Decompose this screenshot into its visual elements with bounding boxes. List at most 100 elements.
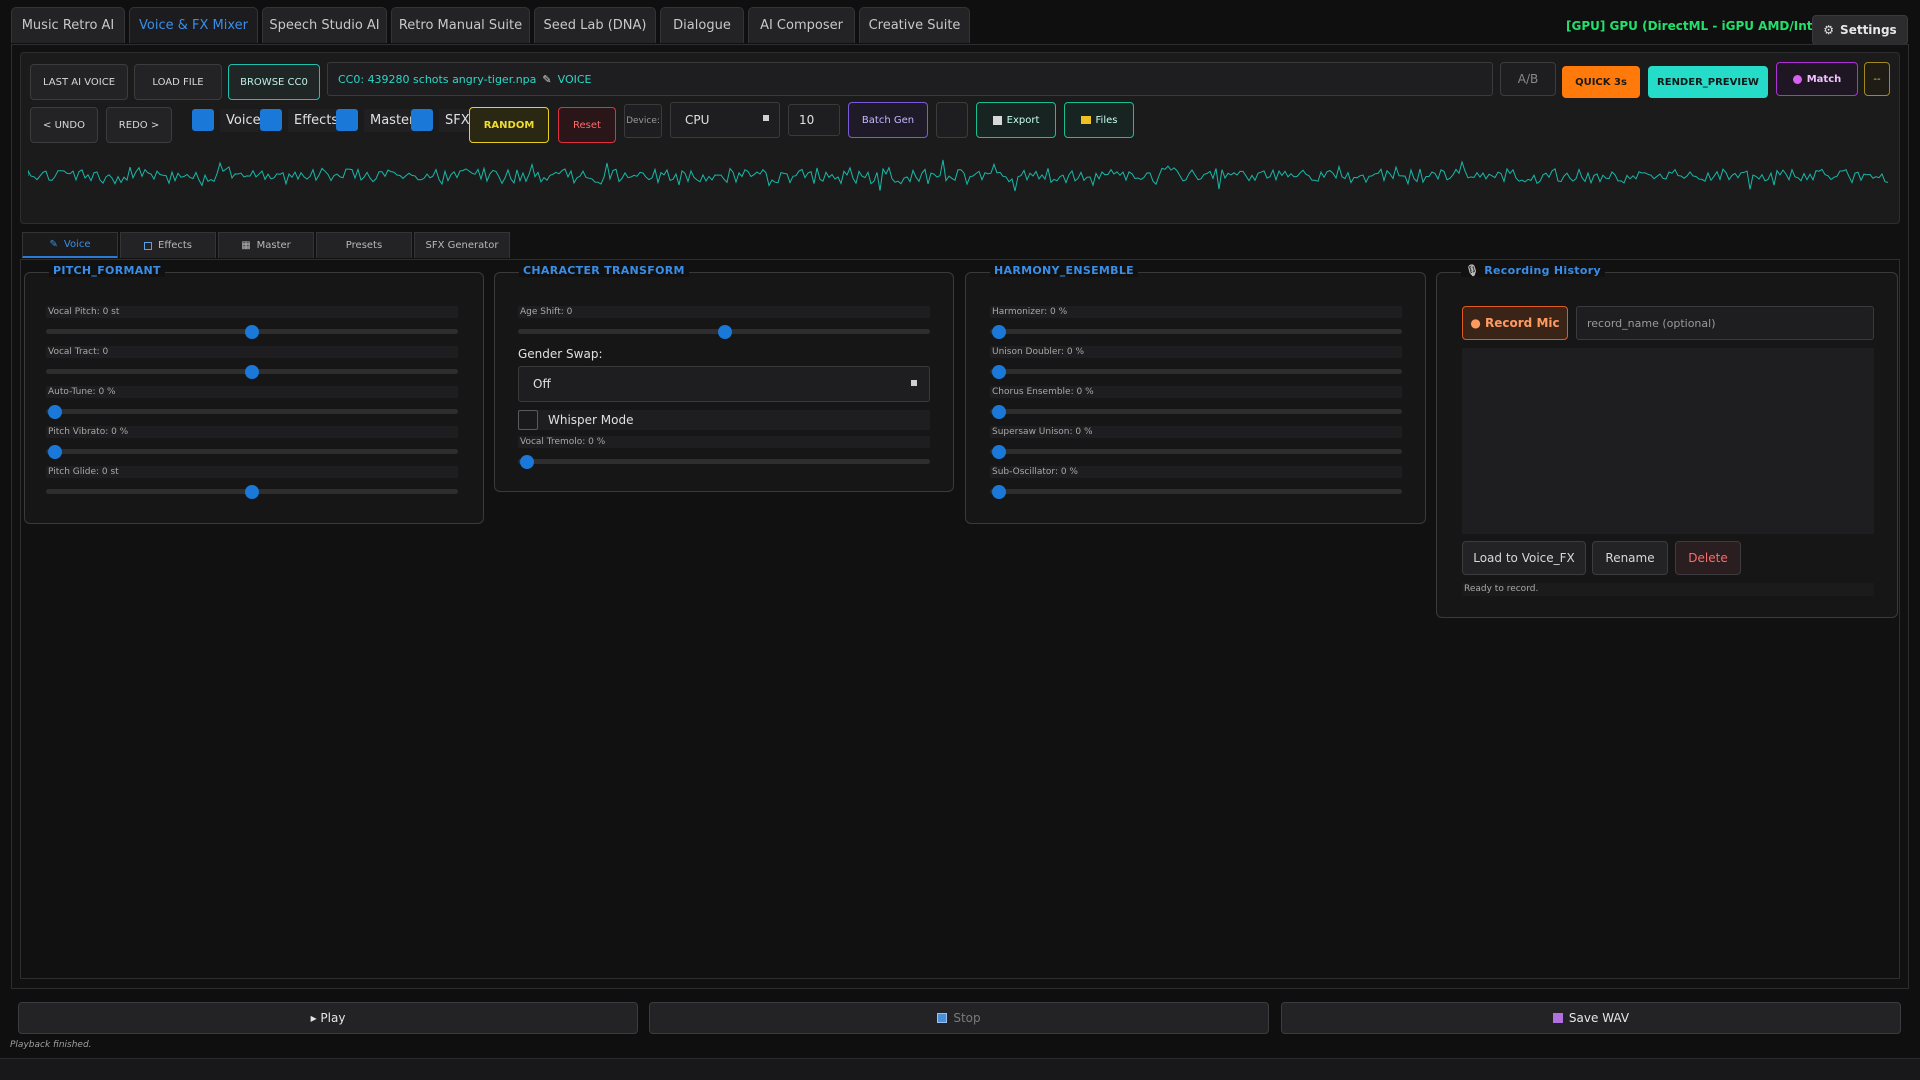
batch-gen-button[interactable]: Batch Gen xyxy=(848,102,928,138)
tab-dialogue[interactable]: Dialogue xyxy=(660,7,744,43)
panel-title-text: Recording History xyxy=(1484,264,1601,277)
checkbox-box[interactable] xyxy=(411,109,433,131)
panel-title: HARMONY_ENSEMBLE xyxy=(990,264,1138,277)
record-status: Ready to record. xyxy=(1462,583,1874,596)
rename-button[interactable]: Rename xyxy=(1592,541,1668,575)
tab-retro-manual-suite[interactable]: Retro Manual Suite xyxy=(391,7,530,43)
tab-creative-suite[interactable]: Creative Suite xyxy=(859,7,970,43)
gender-swap-value: Off xyxy=(533,377,551,391)
subtab-master[interactable]: ▦ Master xyxy=(218,232,314,258)
stop-button[interactable]: Stop xyxy=(649,1002,1269,1034)
subtab-sfx-generator[interactable]: SFX Generator xyxy=(414,232,510,258)
loaded-file-tag: VOICE xyxy=(557,72,592,86)
render-preview-button[interactable]: RENDER_PREVIEW xyxy=(1648,66,1768,98)
browse-cc0-button[interactable]: BROWSE CC0 xyxy=(228,64,320,100)
slider-knob[interactable] xyxy=(992,365,1006,379)
settings-button[interactable]: ⚙ Settings xyxy=(1812,15,1908,45)
slider-knob[interactable] xyxy=(245,365,259,379)
redo-button[interactable]: REDO > xyxy=(106,107,172,143)
grid-icon: ▦ xyxy=(241,240,251,251)
subtab-presets[interactable]: Presets xyxy=(316,232,412,258)
subtab-effects[interactable]: Effects xyxy=(120,232,216,258)
loaded-file-display: CC0: 439280 schots angry-tiger.npa ✎ VOI… xyxy=(327,62,1493,96)
age-shift-knob[interactable] xyxy=(718,325,732,339)
slider-label: Vocal Pitch: 0 st xyxy=(46,306,458,318)
slider-knob[interactable] xyxy=(992,325,1006,339)
vocal-tremolo-slider[interactable] xyxy=(518,459,930,464)
random-button[interactable]: RANDOM xyxy=(469,107,549,143)
files-button[interactable]: Files xyxy=(1064,102,1134,138)
load-file-button[interactable]: LOAD FILE xyxy=(134,64,222,100)
slider-track[interactable] xyxy=(990,409,1402,414)
button-label: -- xyxy=(1873,73,1881,85)
button-label: LAST AI VOICE xyxy=(42,76,116,88)
tab-seed-lab[interactable]: Seed Lab (DNA) xyxy=(534,7,656,43)
device-select[interactable]: CPU xyxy=(670,102,780,138)
checkbox-box[interactable] xyxy=(336,109,358,131)
slider-track[interactable] xyxy=(46,409,458,414)
effects-checkbox[interactable]: Effects xyxy=(260,108,345,132)
record-name-input[interactable]: record_name (optional) xyxy=(1576,306,1874,340)
tab-label: Effects xyxy=(158,240,192,251)
match-button[interactable]: Match xyxy=(1776,62,1858,96)
reset-button[interactable]: Reset xyxy=(558,107,616,143)
sfx-checkbox[interactable]: SFX xyxy=(411,108,476,132)
vocal-tremolo-label: Vocal Tremolo: 0 % xyxy=(518,436,930,448)
save-wav-button[interactable]: Save WAV xyxy=(1281,1002,1901,1034)
load-to-voice-fx-button[interactable]: Load to Voice_FX xyxy=(1462,541,1586,575)
batch-count-spinbox[interactable]: 10 xyxy=(788,104,840,136)
whisper-mode-checkbox[interactable]: Whisper Mode xyxy=(518,410,930,430)
master-checkbox[interactable]: Master xyxy=(336,108,421,132)
checkbox-box[interactable] xyxy=(518,410,538,430)
slider-knob[interactable] xyxy=(245,485,259,499)
blank-toolbar-button[interactable] xyxy=(936,102,968,138)
gender-swap-select[interactable]: Off xyxy=(518,366,930,402)
recording-list[interactable] xyxy=(1462,348,1874,534)
tab-label: Voice xyxy=(63,239,91,250)
button-label: RANDOM xyxy=(483,119,535,131)
delete-button[interactable]: Delete xyxy=(1675,541,1741,575)
slider-knob[interactable] xyxy=(245,325,259,339)
ab-compare-button[interactable]: A/B xyxy=(1500,62,1556,96)
checkbox-box[interactable] xyxy=(192,109,214,131)
play-button[interactable]: ▸ Play xyxy=(18,1002,638,1034)
slider-track[interactable] xyxy=(990,329,1402,334)
last-ai-voice-button[interactable]: LAST AI VOICE xyxy=(30,64,128,100)
floppy-icon xyxy=(1552,1013,1563,1023)
tab-voice-fx-mixer[interactable]: Voice & FX Mixer xyxy=(129,7,258,43)
slider-knob[interactable] xyxy=(992,445,1006,459)
pencil-icon: ✎ xyxy=(542,72,552,86)
slider-label: Sub-Oscillator: 0 % xyxy=(990,466,1402,478)
checkbox-box[interactable] xyxy=(260,109,282,131)
slider-knob[interactable] xyxy=(48,445,62,459)
folder-icon xyxy=(1080,116,1091,124)
slider-track[interactable] xyxy=(990,489,1402,494)
tab-label: Master xyxy=(256,240,291,251)
vocal-tremolo-knob[interactable] xyxy=(520,455,534,469)
voice-checkbox[interactable]: Voice xyxy=(192,108,267,132)
tab-ai-composer[interactable]: AI Composer xyxy=(748,7,855,43)
gpu-status: [GPU] GPU (DirectML - iGPU AMD/Intel) xyxy=(1566,19,1831,33)
tab-label: Presets xyxy=(345,240,383,251)
slider-knob[interactable] xyxy=(992,405,1006,419)
undo-button[interactable]: < UNDO xyxy=(30,107,98,143)
button-label: Reset xyxy=(573,119,601,131)
slider-track[interactable] xyxy=(990,449,1402,454)
subtab-voice[interactable]: ✎ Voice xyxy=(22,232,118,258)
waveform-path xyxy=(28,159,1888,192)
slider-knob[interactable] xyxy=(48,405,62,419)
slider-track[interactable] xyxy=(46,449,458,454)
more-options-button[interactable]: -- xyxy=(1864,62,1890,96)
tab-label: Speech Studio AI xyxy=(269,18,380,33)
export-button[interactable]: Export xyxy=(976,102,1056,138)
quick-preview-button[interactable]: QUICK 3s xyxy=(1562,66,1640,98)
mic-icon: ✎ xyxy=(49,239,58,250)
tab-speech-studio-ai[interactable]: Speech Studio AI xyxy=(262,7,387,43)
slider-knob[interactable] xyxy=(992,485,1006,499)
tab-music-retro-ai[interactable]: Music Retro AI xyxy=(11,7,125,43)
slider-label: Pitch Glide: 0 st xyxy=(46,466,458,478)
button-label: Match xyxy=(1806,73,1842,85)
slider-track[interactable] xyxy=(990,369,1402,374)
slider-label: Vocal Tract: 0 xyxy=(46,346,458,358)
record-mic-button[interactable]: ● Record Mic xyxy=(1462,306,1568,340)
